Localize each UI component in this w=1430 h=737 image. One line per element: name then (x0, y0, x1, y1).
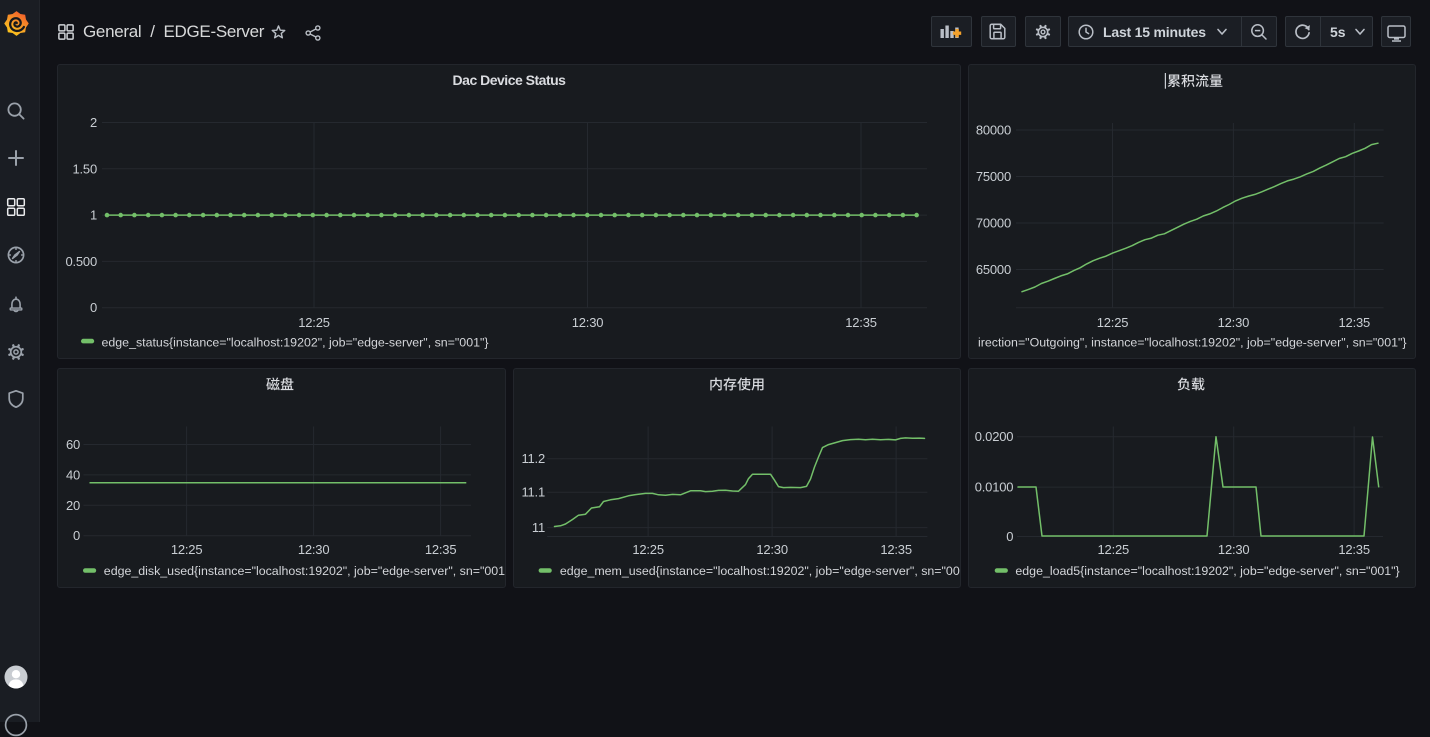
svg-text:0.0200: 0.0200 (975, 429, 1014, 444)
svg-text:edge_status{instance="localhos: edge_status{instance="localhost:19202", … (102, 336, 489, 350)
svg-text:12:30: 12:30 (756, 542, 788, 557)
svg-text:0.500: 0.500 (65, 254, 97, 269)
svg-text:edge_load5{instance="localhost: edge_load5{instance="localhost:19202", j… (1015, 564, 1399, 578)
svg-text:80000: 80000 (976, 123, 1011, 138)
svg-text:12:25: 12:25 (1097, 315, 1129, 330)
svg-text:0: 0 (73, 528, 80, 543)
svg-text:11.1: 11.1 (521, 485, 545, 500)
svg-text:40: 40 (66, 467, 80, 482)
svg-text:11: 11 (531, 520, 544, 535)
svg-text:70000: 70000 (976, 216, 1011, 231)
svg-text:65000: 65000 (976, 262, 1011, 277)
svg-text:12:35: 12:35 (880, 542, 912, 557)
svg-text:12:30: 12:30 (1218, 315, 1250, 330)
svg-text:0: 0 (90, 300, 97, 315)
svg-text:12:30: 12:30 (572, 315, 604, 330)
svg-text:12:30: 12:30 (1218, 542, 1250, 557)
svg-text:12:35: 12:35 (1339, 315, 1371, 330)
svg-text:0: 0 (1006, 529, 1013, 544)
svg-text:1.50: 1.50 (72, 161, 97, 176)
svg-text:12:30: 12:30 (298, 542, 330, 557)
svg-text:20: 20 (66, 498, 80, 513)
svg-text:irection="Outgoing", instance=: irection="Outgoing", instance="localhost… (978, 336, 1407, 350)
svg-text:2: 2 (90, 115, 97, 130)
svg-text:12:25: 12:25 (171, 542, 203, 557)
svg-text:11.2: 11.2 (521, 451, 545, 466)
svg-text:12:25: 12:25 (298, 315, 330, 330)
svg-text:1: 1 (90, 208, 97, 223)
svg-text:0.0100: 0.0100 (975, 480, 1014, 495)
svg-text:12:25: 12:25 (632, 542, 664, 557)
svg-text:12:35: 12:35 (425, 542, 457, 557)
svg-text:edge_disk_used{instance="local: edge_disk_used{instance="localhost:19202… (104, 564, 506, 578)
svg-text:edge_mem_used{instance="localh: edge_mem_used{instance="localhost:19202"… (559, 564, 961, 578)
svg-text:12:25: 12:25 (1098, 542, 1130, 557)
svg-text:60: 60 (66, 437, 80, 452)
svg-text:75000: 75000 (976, 169, 1011, 184)
svg-text:12:35: 12:35 (845, 315, 877, 330)
svg-text:12:35: 12:35 (1338, 542, 1370, 557)
